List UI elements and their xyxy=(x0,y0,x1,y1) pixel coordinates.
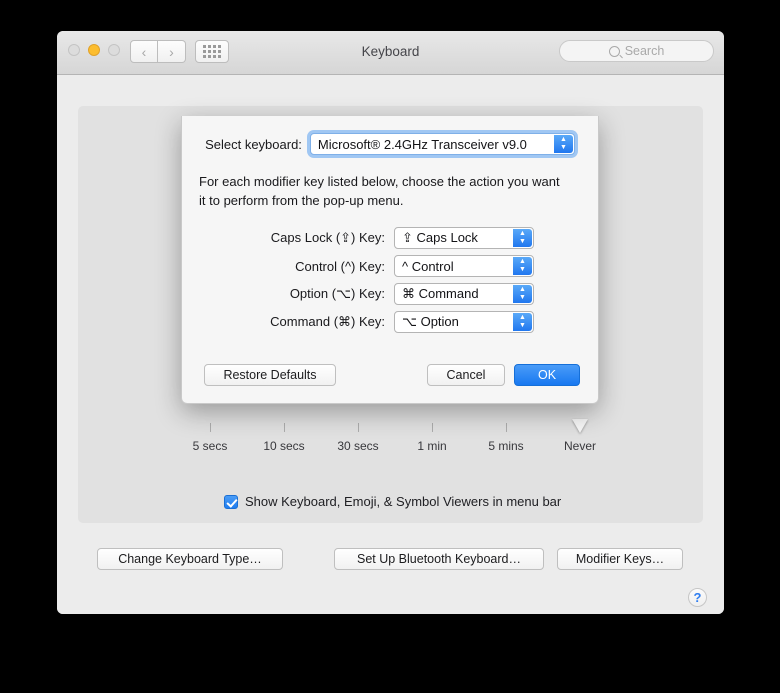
option-label: Option (⌥) Key: xyxy=(182,286,394,302)
control-popup[interactable]: ^ Control ▲▼ xyxy=(394,255,534,277)
setup-bluetooth-keyboard-button[interactable]: Set Up Bluetooth Keyboard… xyxy=(334,548,544,570)
slider-label-5: Never xyxy=(564,439,596,453)
command-value: ⌥ Option xyxy=(402,314,459,330)
slider-tick xyxy=(358,423,359,432)
chevron-updown-icon[interactable]: ▲▼ xyxy=(513,285,532,303)
control-value: ^ Control xyxy=(402,259,454,274)
slider-label-0: 5 secs xyxy=(193,439,228,453)
restore-defaults-button[interactable]: Restore Defaults xyxy=(204,364,336,386)
select-keyboard-popup[interactable]: Microsoft® 2.4GHz Transceiver v9.0 ▲▼ xyxy=(310,133,575,155)
caps-lock-value: ⇪ Caps Lock xyxy=(402,230,478,246)
modifier-row-option: Option (⌥) Key: ⌘ Command ▲▼ xyxy=(182,280,598,308)
slider-tick xyxy=(432,423,433,432)
slider-label-2: 30 secs xyxy=(337,439,378,453)
modifier-rows: Caps Lock (⇪) Key: ⇪ Caps Lock ▲▼ Contro… xyxy=(182,224,598,336)
show-viewers-checkbox-row[interactable]: Show Keyboard, Emoji, & Symbol Viewers i… xyxy=(224,494,561,509)
show-viewers-checkbox[interactable] xyxy=(224,495,238,509)
chevron-updown-icon[interactable]: ▲▼ xyxy=(513,257,532,275)
show-viewers-label: Show Keyboard, Emoji, & Symbol Viewers i… xyxy=(245,494,561,509)
chevron-updown-icon[interactable]: ▲▼ xyxy=(513,229,532,247)
slider-tick xyxy=(506,423,507,432)
caps-lock-label: Caps Lock (⇪) Key: xyxy=(182,230,394,246)
select-keyboard-value: Microsoft® 2.4GHz Transceiver v9.0 xyxy=(318,137,527,152)
slider-track xyxy=(210,423,630,436)
panel-bottom-buttons: Change Keyboard Type… Set Up Bluetooth K… xyxy=(57,548,724,572)
select-keyboard-row: Select keyboard: Microsoft® 2.4GHz Trans… xyxy=(182,133,598,155)
cancel-button[interactable]: Cancel xyxy=(427,364,505,386)
slider-tick xyxy=(284,423,285,432)
slider-thumb[interactable] xyxy=(572,419,588,433)
select-keyboard-label: Select keyboard: xyxy=(205,137,302,152)
modifier-keys-dialog: Select keyboard: Microsoft® 2.4GHz Trans… xyxy=(181,116,599,404)
window-titlebar: ‹ › Keyboard Search xyxy=(57,31,724,75)
key-repeat-delay-slider[interactable]: 5 secs 10 secs 30 secs 1 min 5 mins Neve… xyxy=(210,423,630,469)
modifier-keys-button[interactable]: Modifier Keys… xyxy=(557,548,683,570)
command-popup[interactable]: ⌥ Option ▲▼ xyxy=(394,311,534,333)
screen: ‹ › Keyboard Search xyxy=(0,0,780,693)
chevron-updown-icon[interactable]: ▲▼ xyxy=(554,135,573,153)
modifier-row-caps-lock: Caps Lock (⇪) Key: ⇪ Caps Lock ▲▼ xyxy=(182,224,598,252)
option-popup[interactable]: ⌘ Command ▲▼ xyxy=(394,283,534,305)
slider-label-3: 1 min xyxy=(417,439,446,453)
command-label: Command (⌘) Key: xyxy=(182,314,394,330)
dialog-buttons: Restore Defaults Cancel OK xyxy=(182,364,598,386)
preferences-window: ‹ › Keyboard Search xyxy=(57,31,724,614)
control-label: Control (^) Key: xyxy=(182,259,394,274)
chevron-updown-icon[interactable]: ▲▼ xyxy=(513,313,532,331)
modifier-row-control: Control (^) Key: ^ Control ▲▼ xyxy=(182,252,598,280)
search-placeholder: Search xyxy=(625,44,665,58)
search-icon xyxy=(609,46,620,57)
slider-tick-labels: 5 secs 10 secs 30 secs 1 min 5 mins Neve… xyxy=(210,439,630,457)
window-body: 5 secs 10 secs 30 secs 1 min 5 mins Neve… xyxy=(57,75,724,614)
search-input[interactable]: Search xyxy=(559,40,714,62)
modifier-row-command: Command (⌘) Key: ⌥ Option ▲▼ xyxy=(182,308,598,336)
ok-button[interactable]: OK xyxy=(514,364,580,386)
change-keyboard-type-button[interactable]: Change Keyboard Type… xyxy=(97,548,283,570)
option-value: ⌘ Command xyxy=(402,286,479,302)
dialog-description: For each modifier key listed below, choo… xyxy=(199,172,569,210)
slider-tick xyxy=(210,423,211,432)
slider-label-4: 5 mins xyxy=(488,439,523,453)
help-button[interactable]: ? xyxy=(688,588,707,607)
slider-label-1: 10 secs xyxy=(263,439,304,453)
caps-lock-popup[interactable]: ⇪ Caps Lock ▲▼ xyxy=(394,227,534,249)
